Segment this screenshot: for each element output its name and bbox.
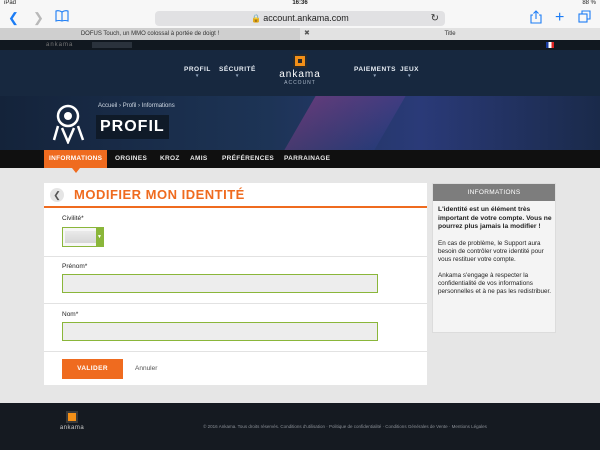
chevron-left-icon: ❮: [53, 190, 61, 200]
subnav-kroz[interactable]: KROZ: [155, 150, 185, 168]
cancel-link[interactable]: Annuler: [135, 365, 157, 372]
prenom-label: Prénom*: [62, 263, 88, 270]
browser-tab-active[interactable]: ✖ Title: [300, 28, 600, 40]
nom-label: Nom*: [62, 311, 79, 318]
site-header: PROFIL ▾ SÉCURITÉ ▾ ankama ACCOUNT PAIEM…: [0, 50, 600, 96]
tab-label: Title: [444, 31, 456, 37]
clock: 16:36: [292, 0, 308, 6]
subnav-parrainage[interactable]: PARRAINAGE: [279, 150, 335, 168]
info-body: L'identité est un élément très important…: [438, 206, 552, 304]
site-top-strip: ankama: [0, 40, 600, 50]
url-text: account.ankama.com: [263, 13, 349, 23]
profile-subnav: INFORMATIONS ORGINES KROZ AMIS PRÉFÉRENC…: [0, 150, 600, 173]
nav-profil[interactable]: PROFIL ▾: [184, 66, 211, 79]
breadcrumb-home[interactable]: Accueil: [98, 103, 117, 109]
dropdown-dot-icon: ▾: [195, 73, 199, 79]
user-menu[interactable]: [92, 42, 132, 48]
logo-subtext: ACCOUNT: [284, 80, 316, 86]
nav-label: JEUX: [400, 66, 419, 73]
breadcrumb-current: Informations: [141, 103, 175, 109]
profile-avatar-icon: [52, 104, 85, 144]
browser-toolbar: ❮ ❯ 🔒 account.ankama.com ↻ +: [0, 8, 600, 28]
info-panel: INFORMATIONS L'identité est un élément t…: [432, 183, 556, 333]
forward-arrow-icon[interactable]: ❯: [33, 10, 44, 26]
ankama-logo-icon: [293, 54, 307, 68]
info-heading: INFORMATIONS: [433, 184, 555, 201]
subnav-informations[interactable]: INFORMATIONS: [44, 150, 108, 173]
footer-logo-text: ankama: [59, 425, 85, 431]
subnav-preferences[interactable]: PRÉFÉRENCES: [217, 150, 279, 168]
tab-label: DOFUS Touch, un MMO colossal à portée de…: [80, 31, 220, 37]
browser-tab-bar: DOFUS Touch, un MMO colossal à portée de…: [0, 28, 600, 40]
divider: [44, 351, 427, 352]
brand-text: ankama: [46, 42, 74, 48]
banner-decoration: [284, 96, 406, 150]
new-tab-icon[interactable]: +: [555, 10, 564, 26]
profile-banner: [0, 96, 600, 150]
address-bar[interactable]: 🔒 account.ankama.com ↻: [155, 11, 445, 26]
divider: [44, 256, 427, 257]
dropdown-dot-icon: ▾: [235, 73, 239, 79]
nav-label: PAIEMENTS: [354, 66, 396, 73]
logo-text: ankama: [279, 69, 321, 80]
page: iPad 16:36 88 % ❮ ❯ 🔒 account.ankama.com …: [0, 0, 600, 450]
breadcrumb-profil[interactable]: Profil: [123, 103, 137, 109]
browser-tab[interactable]: DOFUS Touch, un MMO colossal à portée de…: [0, 28, 300, 40]
subnav-amis[interactable]: AMIS: [185, 150, 212, 168]
share-icon[interactable]: [530, 10, 542, 28]
nom-input[interactable]: [62, 322, 378, 341]
bookmarks-icon[interactable]: [55, 10, 69, 26]
civilite-value: [65, 231, 96, 243]
ankama-logo-icon: [66, 411, 78, 423]
back-arrow-icon[interactable]: ❮: [8, 10, 19, 26]
tabs-overview-icon[interactable]: [578, 10, 591, 27]
prenom-input[interactable]: [62, 274, 378, 293]
dropdown-arrow-icon: ▼: [96, 228, 103, 246]
footer-legal-text: © 2016 Ankama. Tous droits réservés. Con…: [203, 424, 487, 429]
form-title: MODIFIER MON IDENTITÉ: [74, 187, 245, 202]
dropdown-dot-icon: ▾: [407, 73, 411, 79]
french-flag-icon[interactable]: [546, 42, 554, 48]
lock-icon: 🔒: [251, 14, 262, 23]
divider: [44, 303, 427, 304]
info-warning: L'identité est un élément très important…: [438, 206, 552, 230]
civilite-select[interactable]: ▼: [62, 227, 104, 247]
nav-label: PROFIL: [184, 66, 211, 73]
close-tab-icon[interactable]: ✖: [304, 28, 310, 40]
reload-icon[interactable]: ↻: [431, 11, 439, 26]
nav-label: SÉCURITÉ: [219, 66, 256, 73]
back-button[interactable]: ❮: [50, 188, 64, 202]
info-paragraph: Ankama s'engage à respecter la confident…: [438, 271, 552, 295]
breadcrumb: Accueil › Profil › Informations: [98, 103, 175, 109]
footer-logo[interactable]: ankama: [58, 411, 86, 431]
civilite-label: Civilité*: [62, 215, 84, 222]
submit-button[interactable]: VALIDER: [62, 359, 123, 379]
nav-paiements[interactable]: PAIEMENTS ▾: [354, 66, 396, 79]
dropdown-dot-icon: ▾: [373, 73, 377, 79]
subnav-origines[interactable]: ORGINES: [110, 150, 152, 168]
battery-level: 88 %: [582, 0, 596, 6]
status-bar: iPad 16:36 88 %: [0, 0, 600, 8]
form-title-bar: ❮ MODIFIER MON IDENTITÉ: [44, 183, 427, 208]
page-title: PROFIL: [96, 115, 169, 139]
nav-securite[interactable]: SÉCURITÉ ▾: [219, 66, 256, 79]
identity-form-panel: ❮ MODIFIER MON IDENTITÉ Civilité* ▼ Prén…: [44, 183, 427, 385]
site-footer: ankama © 2016 Ankama. Tous droits réserv…: [0, 403, 600, 450]
ankama-account-logo[interactable]: ankama ACCOUNT: [272, 54, 328, 90]
info-paragraph: En cas de problème, le Support aura beso…: [438, 239, 544, 263]
nav-jeux[interactable]: JEUX ▾: [400, 66, 419, 79]
